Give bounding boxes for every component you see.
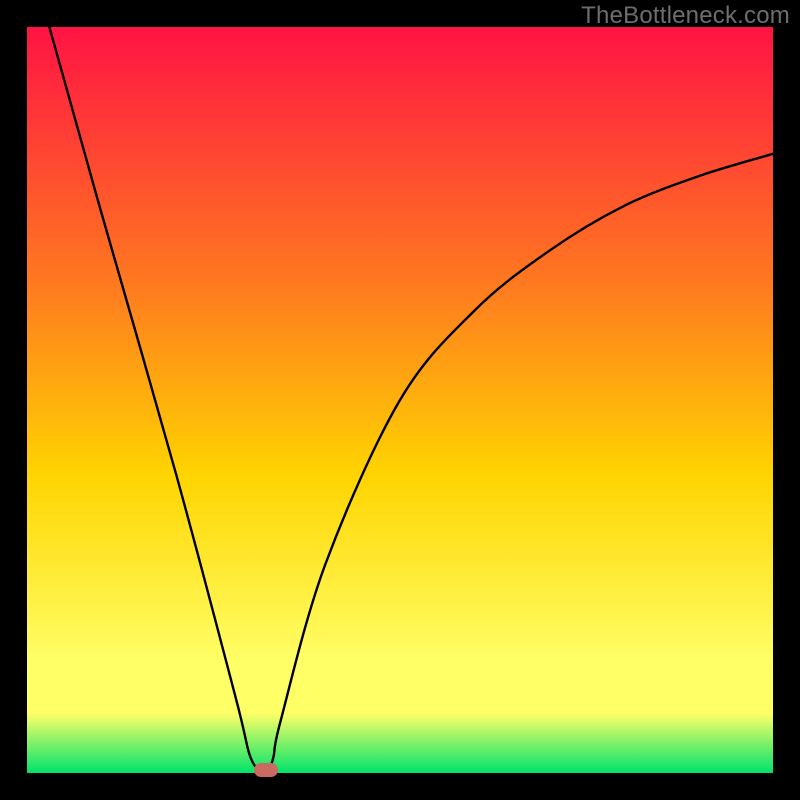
- plot-svg: [27, 27, 773, 773]
- optimum-marker: [254, 763, 278, 777]
- watermark-text: TheBottleneck.com: [581, 2, 790, 30]
- plot-area: [27, 27, 773, 773]
- chart-frame: TheBottleneck.com: [0, 0, 800, 800]
